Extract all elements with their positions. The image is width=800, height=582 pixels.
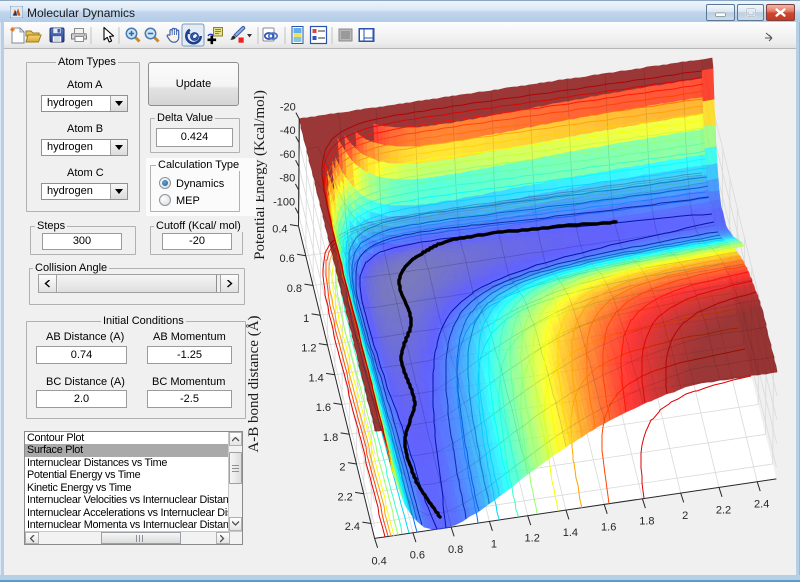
svg-text:2: 2 [339,462,345,474]
svg-text:0.8: 0.8 [448,544,463,556]
svg-text:2: 2 [682,510,688,522]
svg-text:1.6: 1.6 [316,402,331,414]
svg-text:1.4: 1.4 [563,527,578,539]
svg-text:1: 1 [491,538,497,550]
svg-text:-20: -20 [280,101,296,113]
svg-text:1.8: 1.8 [323,432,338,444]
svg-text:1.2: 1.2 [301,343,316,355]
svg-text:-100: -100 [273,197,295,209]
svg-text:-60: -60 [279,149,295,161]
svg-text:A-B bond distance (Å): A-B bond distance (Å) [246,315,262,452]
svg-text:1.6: 1.6 [601,521,616,533]
svg-text:1: 1 [303,313,309,325]
svg-text:1.4: 1.4 [309,372,324,384]
svg-text:0.6: 0.6 [410,550,425,562]
svg-text:2.2: 2.2 [338,491,353,503]
svg-text:-80: -80 [279,173,295,185]
svg-text:-40: -40 [280,125,296,137]
svg-text:0.4: 0.4 [272,224,287,236]
svg-text:2.4: 2.4 [754,499,769,511]
svg-text:2.4: 2.4 [345,521,360,533]
svg-text:2.2: 2.2 [716,504,731,516]
svg-text:0.6: 0.6 [280,253,295,265]
svg-text:0.8: 0.8 [287,283,302,295]
svg-text:0.4: 0.4 [371,555,386,567]
svg-text:1.8: 1.8 [639,516,654,528]
svg-text:1.2: 1.2 [525,533,540,545]
